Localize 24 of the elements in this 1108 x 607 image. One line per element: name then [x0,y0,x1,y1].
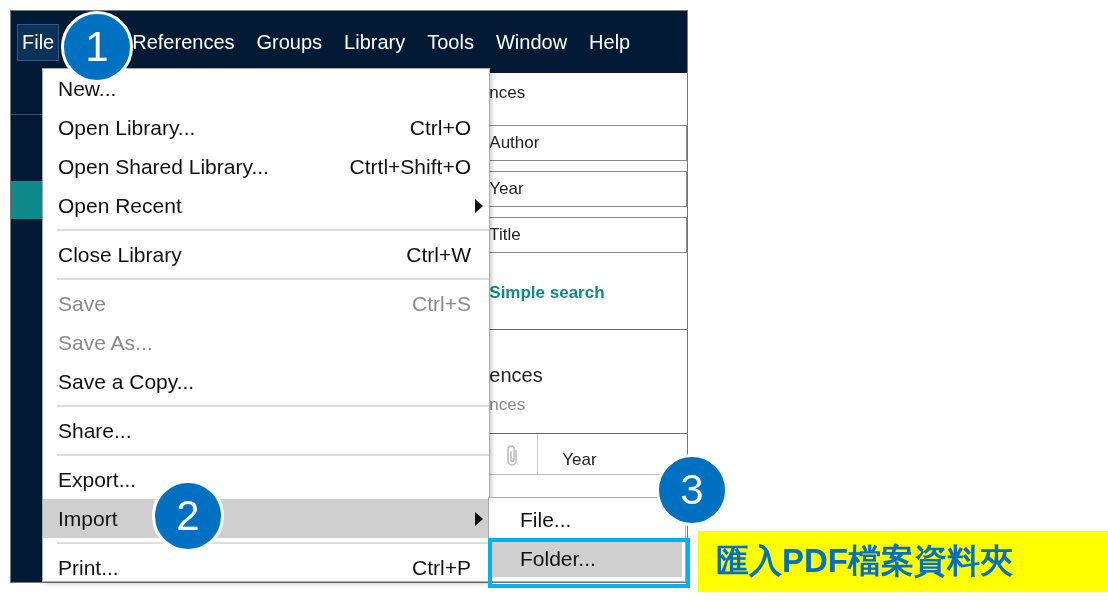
menu-item[interactable]: Open Recent [43,186,489,225]
menu-item[interactable]: Close Library Ctrl+W [43,235,489,274]
step-callout-tooltip: 3 [656,454,728,526]
search-field[interactable]: Year [489,171,687,207]
menu-item[interactable]: Open Shared Library... Ctrtl+Shift+O [43,147,489,186]
menu-bar-item[interactable]: Groups [251,23,328,61]
sidebar-highlight [11,181,43,219]
column-header[interactable]: Year [538,450,597,474]
menu-bar-item[interactable]: Library [339,23,411,61]
menu-bar-item[interactable]: Window [490,23,573,61]
menu-item[interactable]: Open Library... Ctrl+O [43,108,489,147]
menu-bar-item[interactable]: Tools [422,23,479,61]
simple-search-link[interactable]: Simple search [489,253,687,303]
search-field[interactable]: Title [489,217,687,253]
menu-item[interactable]: Save a Copy... [43,362,489,401]
menu-item[interactable]: Share... [43,411,489,450]
group-title: ences [489,363,544,387]
group-subtitle: nces [489,394,527,415]
menu-bar-item[interactable]: File [17,23,60,61]
submenu-item[interactable]: Folder... [492,541,682,577]
annotation-label: 匯入PDF檔案資料夾 [698,531,1108,592]
menu-bar-item[interactable]: Help [584,23,636,61]
search-field[interactable]: Author [489,125,687,161]
pane-heading: nces [489,82,527,103]
